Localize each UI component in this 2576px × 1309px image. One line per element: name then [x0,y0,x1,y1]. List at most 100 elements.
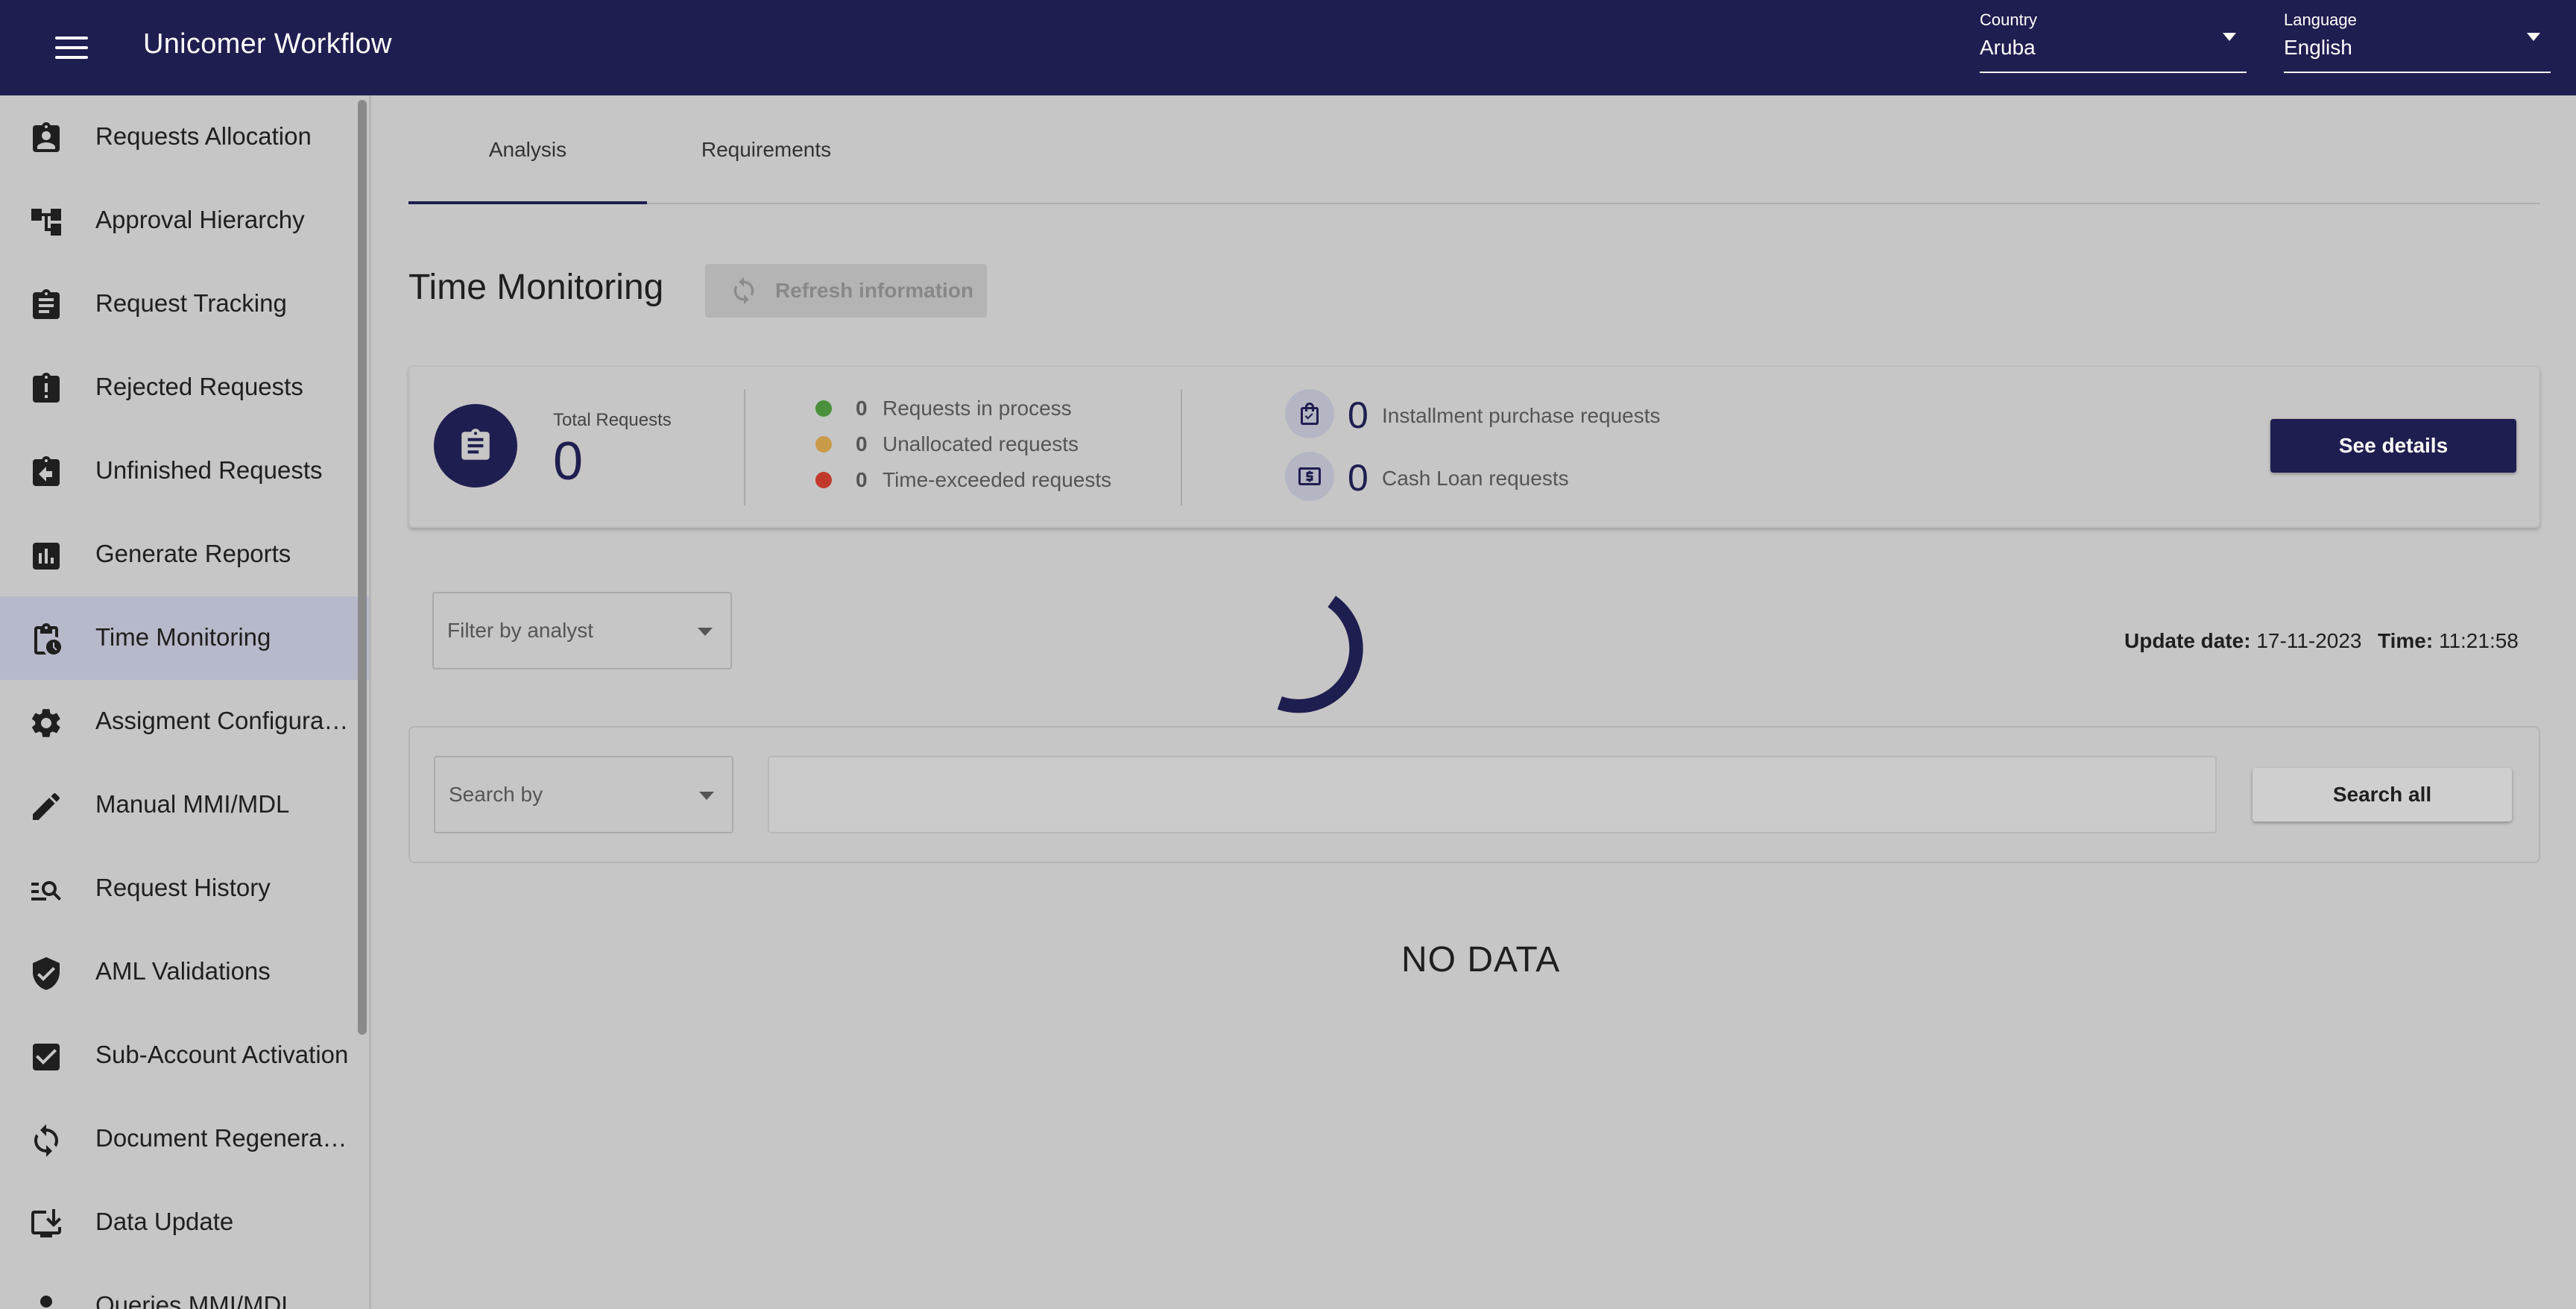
refresh-label: Refresh information [775,279,974,302]
total-requests-value: 0 [553,432,584,491]
status-dot-green [815,400,832,417]
sidebar-scrollbar[interactable] [358,100,367,1035]
search-input[interactable] [768,756,2217,833]
assignment-icon [33,289,60,319]
sidebar-item-label: Manual MMI/MDL [95,790,290,818]
sync-icon [34,1124,58,1157]
refresh-information-button[interactable]: Refresh information [705,264,987,318]
assignment-late-icon [33,373,60,403]
verified-shield-icon [33,957,60,990]
hamburger-menu-icon[interactable] [46,30,97,66]
sidebar-item-rejected-requests[interactable]: Rejected Requests [0,346,369,429]
status-dot-red [815,472,832,488]
assignment-icon [434,404,517,488]
status-count: 0 [856,432,868,455]
hierarchy-icon [31,209,61,236]
cash-icon [1285,452,1334,501]
sidebar-item-label: Assigment Configurati... [95,707,349,734]
install-desktop-icon [31,1209,61,1237]
chevron-down-icon [2223,33,2236,41]
country-select[interactable]: Country Aruba [1980,7,2247,73]
status-dot-orange [815,436,832,452]
status-time-exceeded: 0 Time-exceeded requests [815,464,1143,493]
page-title: Time Monitoring [408,268,664,307]
gear-icon [32,709,60,737]
sidebar-item-label: Data Update [95,1208,234,1235]
sidebar-item-assigment-configuration[interactable]: Assigment Configurati... [0,680,369,763]
sidebar-item-aml-validations[interactable]: AML Validations [0,930,369,1014]
shopping-bag-icon [1285,389,1334,438]
assignment-ind-icon [33,122,60,152]
language-select[interactable]: Language English [2284,7,2551,73]
chevron-down-icon [698,628,713,636]
country-label: Country [1980,10,2038,29]
sidebar-item-requests-allocation[interactable]: Requests Allocation [0,95,369,179]
sidebar-item-time-monitoring[interactable]: Time Monitoring [0,596,369,680]
status-label: Unallocated requests [883,432,1079,455]
person-icon [40,1296,52,1308]
update-date: Update date: 17-11-2023 [2124,629,2362,653]
sidebar-item-generate-reports[interactable]: Generate Reports [0,513,369,596]
app-bar: Unicomer Workflow Country Aruba Language… [0,0,2576,95]
tab-requirements[interactable]: Requirements [647,130,886,204]
search-by-placeholder: Search by [449,783,543,806]
loading-spinner [1277,596,1363,713]
sidebar-item-request-tracking[interactable]: Request Tracking [0,262,369,346]
divider [744,389,745,505]
sidebar-item-label: Sub-Account Activation [95,1041,349,1068]
manage-search-icon [31,881,61,900]
summary-card: Total Requests 0 0 Requests in process 0… [408,365,2540,528]
sidebar-item-unfinished-requests[interactable]: Unfinished Requests [0,429,369,513]
bar-chart-icon [33,543,60,570]
sidebar-item-sub-account-activation[interactable]: Sub-Account Activation [0,1014,369,1097]
divider [1181,389,1182,505]
pencil-icon [33,793,60,820]
sidebar-item-request-history[interactable]: Request History [0,847,369,930]
sidebar-item-label: Request History [95,874,271,901]
sidebar-item-document-regeneration[interactable]: Document Regenerati... [0,1097,369,1181]
status-label: Requests in process [883,397,1072,420]
pending-actions-icon [34,623,61,654]
sidebar-item-label: Rejected Requests [95,373,303,400]
status-unallocated: 0 Unallocated requests [815,428,1128,458]
cash-loan-requests: 0 Cash Loan requests [1285,452,1732,504]
search-card: Search by Search all [408,726,2540,863]
filter-placeholder: Filter by analyst [447,619,594,642]
sidebar-item-label: Requests Allocation [95,122,312,150]
sidebar-item-label: Generate Reports [95,540,291,567]
checkbox-icon [33,1044,60,1070]
sidebar-item-queries-mmi-mdl[interactable]: Queries MMI/MDL [0,1264,369,1309]
installment-purchase-requests: 0 Installment purchase requests [1285,389,1732,441]
sidebar-item-label: Request Tracking [95,289,287,317]
sidebar-item-data-update[interactable]: Data Update [0,1181,369,1264]
main-content: Analysis Requirements Time Monitoring Re… [373,95,2576,1309]
search-all-button[interactable]: Search all [2253,768,2512,821]
update-time-label: Time: [2378,629,2434,652]
cash-loan-count: 0 [1348,457,1368,499]
tab-analysis[interactable]: Analysis [408,130,647,204]
language-value: English [2284,36,2352,59]
status-count: 0 [856,468,868,491]
app-title: Unicomer Workflow [143,28,392,60]
refresh-icon [733,277,754,305]
filter-by-analyst-select[interactable]: Filter by analyst [432,592,732,669]
update-time-value: 11:21:58 [2438,629,2519,652]
sidebar-item-label: Approval Hierarchy [95,206,305,233]
status-label: Time-exceeded requests [883,468,1112,491]
sidebar-item-manual-mmi-mdl[interactable]: Manual MMI/MDL [0,763,369,847]
sidebar-item-label: Time Monitoring [95,623,271,651]
assignment-return-icon [33,456,60,486]
total-requests-label: Total Requests [553,410,672,430]
sidebar-item-label: Unfinished Requests [95,456,323,484]
status-count: 0 [856,397,868,420]
search-by-select[interactable]: Search by [434,756,733,833]
update-date-label: Update date: [2124,629,2251,652]
update-time: Time: 11:21:58 [2378,629,2519,653]
chevron-down-icon [699,792,714,800]
update-date-value: 17-11-2023 [2256,629,2362,652]
language-label: Language [2284,10,2357,29]
see-details-button[interactable]: See details [2270,419,2516,473]
tab-bar: Analysis Requirements [408,130,2540,204]
sidebar-item-approval-hierarchy[interactable]: Approval Hierarchy [0,179,369,262]
sidebar-item-label: Queries MMI/MDL [95,1291,295,1309]
